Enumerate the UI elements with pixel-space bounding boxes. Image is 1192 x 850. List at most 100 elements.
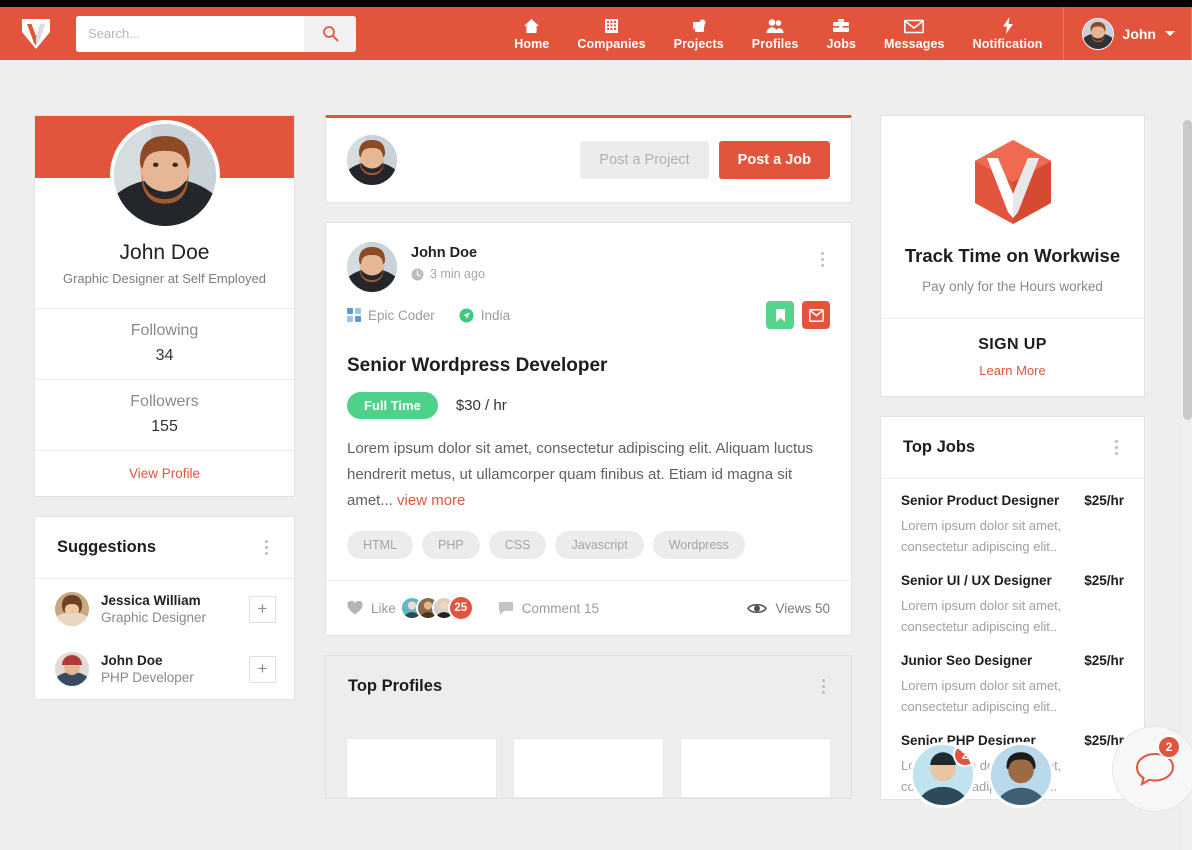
- promo-body: Track Time on Workwise Pay only for the …: [881, 116, 1144, 318]
- nav-label: Projects: [673, 36, 724, 51]
- kebab-menu-icon[interactable]: [1109, 436, 1124, 459]
- status-badge: Full Time: [347, 392, 438, 419]
- view-profile-link[interactable]: View Profile: [35, 450, 294, 496]
- job-description: Lorem ipsum dolor sit amet, consectetur …: [901, 598, 1062, 635]
- list-item[interactable]: John Doe PHP Developer +: [35, 639, 294, 699]
- nav-label: Home: [514, 36, 550, 51]
- suggestion-name: John Doe: [101, 653, 163, 668]
- chat-toggle-badge: 2: [1157, 735, 1181, 759]
- top-profile-tile[interactable]: [513, 738, 664, 799]
- message-button[interactable]: [802, 301, 830, 329]
- comment-label: Comment 15: [521, 600, 600, 616]
- profile-card: John Doe Graphic Designer at Self Employ…: [34, 115, 295, 497]
- top-jobs-header: Top Jobs: [881, 417, 1144, 479]
- list-item[interactable]: Senior UI / UX Designer $25/hr Lorem ips…: [881, 559, 1144, 639]
- promo-subtitle: Pay only for the Hours worked: [922, 279, 1103, 294]
- left-sidebar: John Doe Graphic Designer at Self Employ…: [34, 115, 295, 700]
- list-item[interactable]: Junior Seo Designer $25/hr Lorem ipsum d…: [881, 639, 1144, 719]
- post-author-block: John Doe 3 min ago: [411, 242, 485, 281]
- comment-button[interactable]: Comment 15: [498, 601, 599, 616]
- people-icon: [766, 17, 784, 34]
- panel-title: Suggestions: [57, 538, 157, 556]
- workwise-w-logo-icon: [22, 18, 50, 49]
- post-project-button[interactable]: Post a Project: [580, 141, 709, 179]
- kebab-menu-icon[interactable]: [259, 536, 274, 559]
- avatar: [1081, 17, 1114, 50]
- job-line: Senior UI / UX Designer $25/hr: [901, 573, 1124, 588]
- list-item[interactable]: Jessica William Graphic Designer +: [35, 579, 294, 639]
- bookmark-button[interactable]: [766, 301, 794, 329]
- kebab-menu-icon[interactable]: [815, 248, 830, 271]
- promo-title: Track Time on Workwise: [904, 245, 1121, 266]
- location-name: India: [480, 307, 511, 323]
- top-profile-tile[interactable]: [680, 738, 831, 799]
- avatar: [347, 135, 397, 185]
- nav-item-home[interactable]: Home: [500, 7, 563, 60]
- learn-more-link[interactable]: Learn More: [881, 363, 1144, 378]
- avatar[interactable]: [109, 120, 220, 230]
- bolt-icon: [1002, 16, 1014, 34]
- top-profiles-grid: [326, 718, 851, 799]
- top-profiles-header: Top Profiles: [326, 656, 851, 719]
- user-menu[interactable]: John: [1062, 7, 1192, 60]
- add-connection-button[interactable]: +: [249, 595, 276, 623]
- job-rate: $25/hr: [1084, 653, 1124, 669]
- post-location[interactable]: India: [459, 308, 510, 323]
- search-button[interactable]: [304, 15, 356, 52]
- chat-dock: 2: [910, 742, 1054, 808]
- scrollbar-thumb[interactable]: [1183, 120, 1192, 420]
- view-more-link[interactable]: view more: [397, 492, 465, 509]
- app-header: Home Companies Projects Profiles Jobs: [0, 7, 1192, 60]
- tag-chip[interactable]: PHP: [422, 531, 480, 560]
- page-body: John Doe Graphic Designer at Self Employ…: [0, 60, 1192, 850]
- chat-toggle-button[interactable]: 2: [1112, 726, 1192, 812]
- profile-role: Graphic Designer at Self Employed: [62, 271, 267, 286]
- kebab-menu-icon[interactable]: [816, 675, 831, 698]
- search-bar[interactable]: [76, 15, 356, 52]
- nav-item-notification[interactable]: Notification: [959, 7, 1057, 60]
- post-job-title[interactable]: Senior Wordpress Developer: [326, 329, 851, 377]
- search-input[interactable]: [76, 15, 304, 52]
- like-button[interactable]: Like: [347, 601, 396, 616]
- company-grid-icon: [347, 308, 361, 322]
- stat-followers[interactable]: Followers 155: [35, 379, 294, 450]
- post-company[interactable]: Epic Coder: [347, 308, 435, 323]
- signup-button[interactable]: SIGN UP: [881, 336, 1144, 354]
- job-rate: $25/hr: [1084, 493, 1124, 508]
- panel-title: Top Jobs: [903, 438, 976, 456]
- promo-footer: SIGN UP Learn More: [881, 318, 1144, 396]
- composer-actions: Post a Project Post a Job: [580, 141, 830, 179]
- chat-contact-bubble[interactable]: 2: [910, 742, 976, 808]
- nav-item-messages[interactable]: Messages: [870, 7, 959, 60]
- tag-chip[interactable]: Javascript: [555, 531, 644, 560]
- workwise-logo[interactable]: [0, 15, 72, 53]
- briefcase-icon: [832, 17, 850, 34]
- post-job-button[interactable]: Post a Job: [718, 141, 830, 179]
- nav-item-projects[interactable]: Projects: [660, 7, 738, 60]
- comment-icon: [498, 601, 513, 615]
- tag-chip[interactable]: CSS: [488, 531, 547, 560]
- likers-avatar-stack[interactable]: 25: [399, 595, 474, 622]
- nav-label: Notification: [972, 36, 1043, 51]
- chat-contact-bubble[interactable]: [988, 742, 1054, 808]
- top-profile-tile[interactable]: [346, 738, 497, 799]
- post-rate: $30 / hr: [455, 397, 507, 414]
- tag-chip[interactable]: Wordpress: [652, 531, 745, 560]
- stat-following[interactable]: Following 34: [35, 308, 294, 379]
- nav-item-companies[interactable]: Companies: [563, 7, 659, 60]
- puzzle-icon: [691, 17, 707, 34]
- nav-item-jobs[interactable]: Jobs: [812, 7, 870, 60]
- avatar[interactable]: [347, 242, 397, 292]
- post-time-text: 3 min ago: [430, 267, 485, 281]
- post-quick-actions: [766, 301, 830, 329]
- workwise-hex-logo-icon: [899, 138, 1126, 231]
- nav-item-profiles[interactable]: Profiles: [738, 7, 813, 60]
- suggestion-name: Jessica William: [101, 593, 201, 608]
- panel-title: Top Profiles: [348, 677, 443, 696]
- bookmark-icon: [775, 308, 785, 322]
- add-connection-button[interactable]: +: [249, 655, 276, 683]
- tag-chip[interactable]: HTML: [347, 531, 414, 560]
- job-name: Senior UI / UX Designer: [901, 573, 1052, 589]
- views-indicator: Views 50: [747, 601, 830, 616]
- list-item[interactable]: Senior Product Designer $25/hr Lorem ips…: [881, 479, 1144, 559]
